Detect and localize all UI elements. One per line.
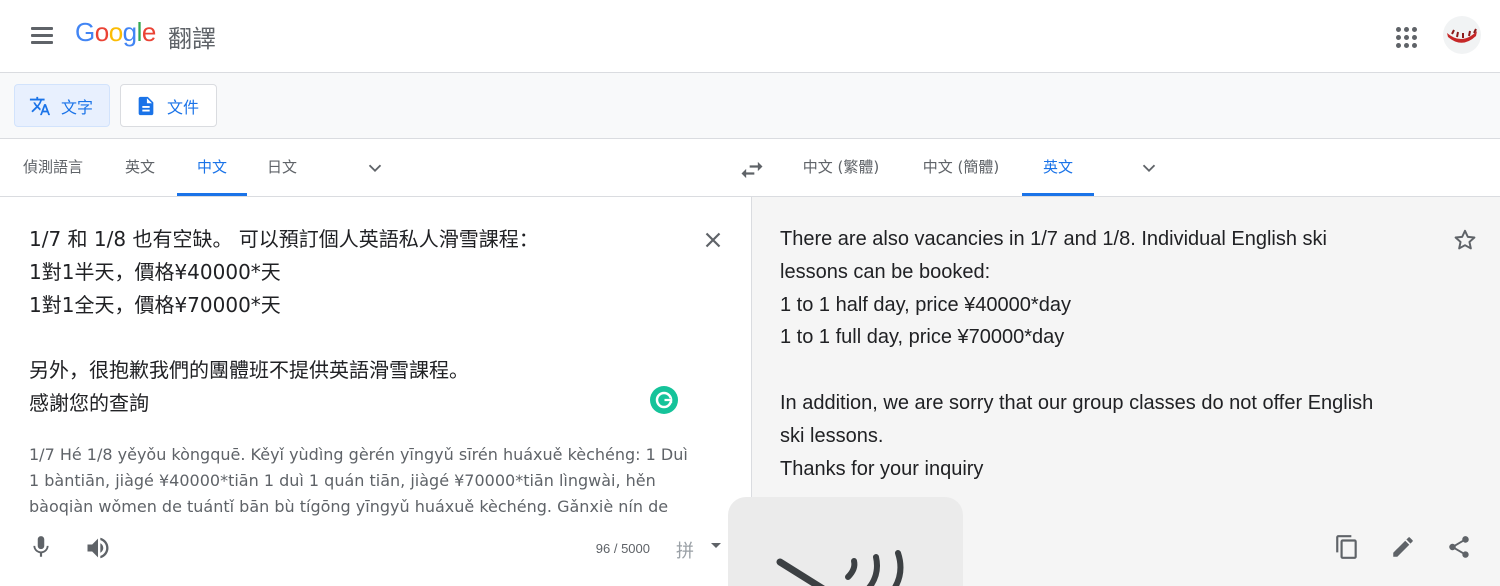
target-lang-chinese-simplified[interactable]: 中文 (簡體) (908, 139, 1014, 196)
source-lang-more-chevron-icon[interactable] (364, 157, 386, 179)
swap-languages-icon[interactable] (738, 156, 766, 184)
transliteration-text: 1/7 Hé 1/8 yěyǒu kòngquē. Kěyǐ yùdìng gè… (29, 445, 688, 516)
share-icon[interactable] (1446, 534, 1472, 560)
grammarly-icon[interactable] (650, 386, 678, 414)
speaker-icon[interactable] (84, 534, 112, 562)
input-method-button[interactable]: 拼 (676, 537, 694, 563)
muted-wifi-icon (776, 550, 904, 586)
input-method-dropdown-icon[interactable] (711, 543, 721, 548)
source-lang-detect[interactable]: 偵測語言 (14, 139, 92, 196)
source-panel: 1/7 和 1/8 也有空缺。 可以預訂個人英語私人滑雪課程： 1對1半天，價格… (0, 197, 751, 586)
text-mode-button[interactable]: 文字 (14, 84, 110, 127)
character-count: 96 / 5000 (595, 541, 650, 556)
target-lang-english[interactable]: 英文 (1022, 139, 1094, 196)
target-lang-chinese-traditional[interactable]: 中文 (繁體) (788, 139, 894, 196)
target-lang-more-chevron-icon[interactable] (1138, 157, 1160, 179)
source-lang-chinese[interactable]: 中文 (177, 139, 247, 196)
clear-source-close-icon[interactable] (700, 227, 726, 253)
document-icon (135, 95, 157, 117)
edit-pencil-icon[interactable] (1390, 534, 1416, 560)
save-translation-star-icon[interactable] (1452, 227, 1478, 253)
google-logo[interactable]: Google (75, 17, 156, 48)
source-lang-japanese[interactable]: 日文 (252, 139, 312, 196)
account-avatar-icon[interactable] (1443, 16, 1481, 54)
translate-text-icon (29, 95, 51, 117)
text-mode-label: 文字 (61, 97, 94, 117)
hamburger-menu-icon[interactable] (22, 18, 62, 54)
apps-grid-icon[interactable] (1390, 20, 1422, 52)
product-name: 翻譯 (168, 25, 216, 53)
top-app-bar: Google 翻譯 (0, 0, 1500, 73)
mode-toolbar: 文字 文件 (0, 73, 1500, 139)
floating-audio-widget[interactable] (728, 497, 963, 586)
translation-output: There are also vacancies in 1/7 and 1/8.… (780, 228, 1374, 480)
document-mode-label: 文件 (167, 97, 200, 117)
source-lang-english[interactable]: 英文 (110, 139, 170, 196)
copy-icon[interactable] (1334, 534, 1360, 560)
document-mode-button[interactable]: 文件 (120, 84, 217, 127)
source-text-input[interactable]: 1/7 和 1/8 也有空缺。 可以預訂個人英語私人滑雪課程： 1對1半天，價格… (29, 223, 669, 420)
microphone-icon[interactable] (28, 534, 54, 560)
